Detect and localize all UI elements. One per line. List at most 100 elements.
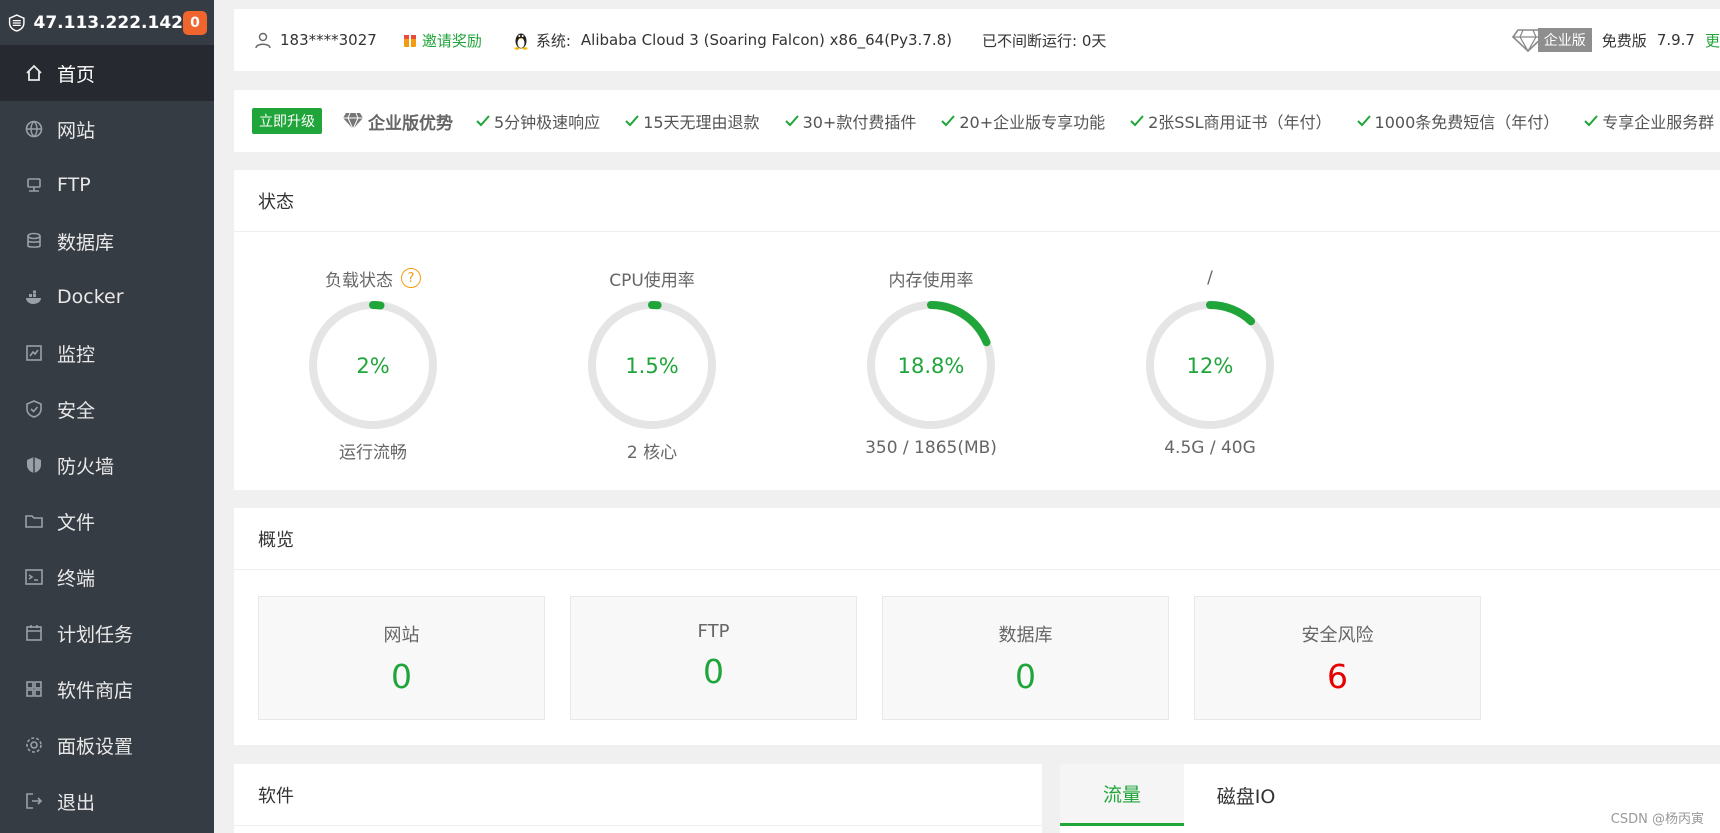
check-icon: [476, 115, 490, 127]
feature-item: 15天无理由退款: [624, 109, 760, 133]
watermark: CSDN @杨丙寅: [1610, 812, 1704, 827]
gauge-title: 内存使用率: [888, 270, 974, 291]
overview-card-website[interactable]: 网站 0: [258, 596, 545, 720]
user-icon: [255, 32, 271, 49]
sidebar-item-label: 监控: [57, 343, 96, 366]
bt-logo-icon: [8, 13, 25, 32]
load-gauge[interactable]: 负载状态 ? 2% 运行流畅: [298, 264, 448, 463]
software-panel: 软件: [234, 764, 1042, 833]
sidebar-item-logout[interactable]: 退出: [0, 773, 214, 829]
status-panel: 状态 负载状态 ? 2% 运行流畅 CPU使用率 1.5% 2 核心 内存使用率…: [234, 170, 1720, 490]
check-icon: [625, 115, 639, 127]
calendar-icon: [24, 623, 44, 643]
feature-text: 2张SSL商用证书（年付）: [1148, 113, 1332, 132]
gauge-value: 2%: [356, 354, 389, 378]
sidebar-item-monitor[interactable]: 监控: [0, 325, 214, 381]
uptime-text: 已不间断运行: 0天: [982, 31, 1107, 50]
firewall-icon: [24, 455, 44, 475]
user-account[interactable]: 183****3027: [254, 31, 377, 49]
feature-text: 专享企业服务群: [1602, 113, 1715, 132]
sidebar-item-website[interactable]: 网站: [0, 101, 214, 157]
cpu-gauge[interactable]: CPU使用率 1.5% 2 核心: [577, 264, 727, 463]
gauge-subtitle: 运行流畅: [339, 443, 407, 463]
promo-title-text: 企业版优势: [368, 113, 453, 134]
feature-text: 20+企业版专享功能: [959, 113, 1106, 132]
gear-icon: [24, 735, 44, 755]
upgrade-now-button[interactable]: 立即升级: [252, 108, 322, 134]
system-value: Alibaba Cloud 3 (Soaring Falcon) x86_64(…: [580, 31, 952, 49]
docker-icon: [24, 287, 44, 307]
shield-icon: [24, 399, 44, 419]
invite-reward-link[interactable]: 邀请奖励: [403, 30, 482, 51]
invite-label: 邀请奖励: [421, 31, 482, 50]
enterprise-advantage-title: 企业版优势: [342, 109, 453, 134]
gauge-ring: 2%: [309, 301, 437, 429]
message-badge[interactable]: 0: [183, 10, 207, 35]
server-ip[interactable]: 47.113.222.142: [34, 13, 184, 33]
tab-disk-io[interactable]: 磁盘IO: [1184, 764, 1308, 826]
globe-icon: [24, 119, 44, 139]
enterprise-badge[interactable]: 企业版: [1511, 27, 1592, 53]
main-content: 183****3027 邀请奖励 系统: Alibaba Cloud 3 (So…: [214, 0, 1720, 833]
sidebar-item-label: 数据库: [57, 231, 115, 254]
sidebar-item-ftp[interactable]: FTP: [0, 157, 214, 213]
top-info-bar: 183****3027 邀请奖励 系统: Alibaba Cloud 3 (So…: [234, 9, 1720, 71]
feature-item: 20+企业版专享功能: [940, 109, 1105, 133]
update-link[interactable]: 更: [1705, 30, 1720, 51]
sidebar-item-home[interactable]: 首页: [0, 45, 214, 101]
overview-card-database[interactable]: 数据库 0: [882, 596, 1169, 720]
card-value: 0: [1015, 657, 1036, 696]
disk-gauge[interactable]: / 12% 4.5G / 40G: [1135, 264, 1285, 458]
gauge-ring: 12%: [1146, 301, 1274, 429]
sidebar-item-label: 软件商店: [57, 679, 134, 702]
sidebar-item-label: 文件: [57, 511, 96, 534]
card-label: 数据库: [998, 625, 1053, 646]
card-value: 0: [703, 652, 724, 691]
home-icon: [24, 63, 44, 83]
feature-item: 30+款付费插件: [784, 109, 916, 133]
sidebar-item-label: 终端: [57, 567, 96, 590]
gauge-value: 1.5%: [625, 354, 678, 378]
sidebar-item-label: 网站: [57, 119, 96, 142]
overview-card-ftp[interactable]: FTP 0: [570, 596, 857, 720]
feature-item: 5分钟极速响应: [475, 109, 600, 133]
ftp-icon: [24, 175, 44, 195]
gauge-ring: 18.8%: [867, 301, 995, 429]
status-title: 状态: [234, 170, 1720, 232]
sidebar-item-label: Docker: [57, 286, 124, 308]
sidebar-item-settings[interactable]: 面板设置: [0, 717, 214, 773]
software-title: 软件: [234, 764, 1042, 826]
tab-traffic[interactable]: 流量: [1060, 764, 1184, 826]
feature-item: 1000条免费短信（年付）: [1356, 109, 1559, 133]
user-phone: 183****3027: [280, 31, 377, 49]
card-value: 0: [391, 657, 412, 696]
sidebar: 47.113.222.142 0 首页 网站 FTP 数据库 Docker 监控: [0, 0, 214, 833]
sidebar-nav: 首页 网站 FTP 数据库 Docker 监控 安全 防火墙 文件 终端 计划任…: [0, 45, 214, 829]
system-info: 系统: Alibaba Cloud 3 (Soaring Falcon) x86…: [512, 30, 952, 51]
sidebar-item-firewall[interactable]: 防火墙: [0, 437, 214, 493]
sidebar-item-files[interactable]: 文件: [0, 493, 214, 549]
diamond-icon: [343, 112, 363, 131]
sidebar-item-database[interactable]: 数据库: [0, 213, 214, 269]
sidebar-item-docker[interactable]: Docker: [0, 269, 214, 325]
sidebar-item-label: 面板设置: [57, 735, 134, 758]
card-value: 6: [1327, 657, 1348, 696]
version-number: 7.9.7: [1656, 31, 1695, 49]
sidebar-item-store[interactable]: 软件商店: [0, 661, 214, 717]
sidebar-item-terminal[interactable]: 终端: [0, 549, 214, 605]
check-icon: [1130, 115, 1144, 127]
memory-gauge[interactable]: 内存使用率 18.8% 350 / 1865(MB): [856, 264, 1006, 459]
check-icon: [1584, 115, 1599, 127]
help-icon[interactable]: ?: [401, 268, 421, 288]
gauge-title: 负载状态 ?: [298, 264, 448, 292]
gauge-subtitle: 4.5G / 40G: [1164, 438, 1256, 458]
gift-icon: [403, 35, 416, 47]
gauge-title: CPU使用率: [609, 270, 695, 291]
sidebar-header: 47.113.222.142 0: [0, 0, 214, 45]
gauge-ring: 1.5%: [588, 301, 716, 429]
sidebar-item-cron[interactable]: 计划任务: [0, 605, 214, 661]
sidebar-item-label: 安全: [57, 399, 96, 422]
card-label: 安全风险: [1301, 625, 1374, 646]
sidebar-item-security[interactable]: 安全: [0, 381, 214, 437]
overview-card-security-risk[interactable]: 安全风险 6: [1194, 596, 1481, 720]
